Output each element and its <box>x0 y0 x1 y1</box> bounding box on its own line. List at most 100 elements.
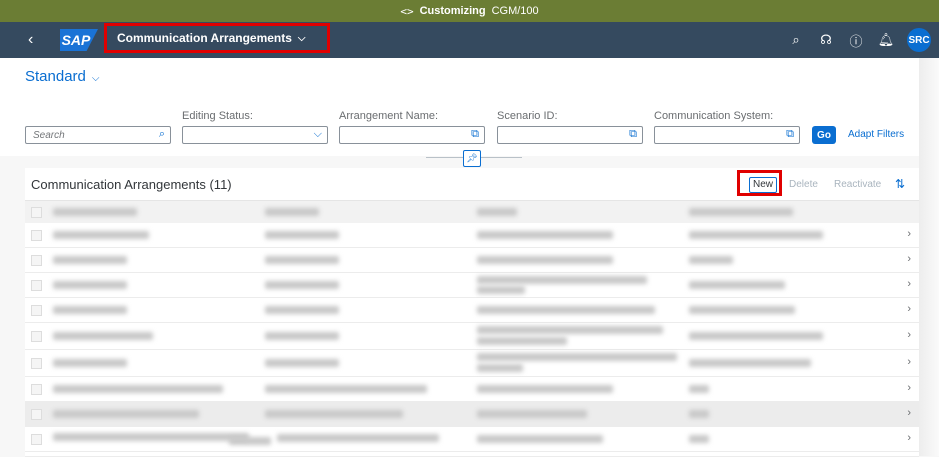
cell-blurred <box>689 385 709 393</box>
new-button[interactable]: New <box>749 177 778 193</box>
cell-blurred <box>265 256 339 264</box>
cell-blurred <box>477 256 613 264</box>
table-row[interactable]: › <box>25 402 919 427</box>
chevron-right-icon[interactable]: › <box>907 407 911 419</box>
search-input[interactable]: Search ⌕ <box>25 126 171 144</box>
cell-blurred <box>689 410 709 418</box>
cell-blurred <box>689 306 795 314</box>
help-icon[interactable]: ⓘ <box>841 31 871 50</box>
search-placeholder: Search <box>33 130 65 141</box>
table-row[interactable]: › <box>25 298 919 323</box>
system-banner: <> Customizing CGM/100 <box>0 0 939 22</box>
column-header-blurred[interactable] <box>265 208 319 216</box>
scenario-id-input[interactable]: ⧉ <box>497 126 643 144</box>
value-help-icon[interactable]: ⧉ <box>629 128 637 141</box>
select-all-checkbox[interactable] <box>31 207 42 218</box>
column-header-blurred[interactable] <box>477 208 517 216</box>
chevron-right-icon[interactable]: › <box>907 228 911 240</box>
arrangement-name-label: Arrangement Name: <box>339 110 439 122</box>
headset-icon[interactable]: ☊ <box>811 32 841 48</box>
value-help-icon[interactable]: ⧉ <box>786 128 794 141</box>
cell-blurred <box>53 256 127 264</box>
editing-status-label: Editing Status: <box>182 110 253 122</box>
chevron-right-icon[interactable]: › <box>907 253 911 265</box>
pin-icon[interactable]: 📌︎ <box>463 150 481 167</box>
row-checkbox[interactable] <box>31 230 42 241</box>
chevron-right-icon[interactable]: › <box>907 356 911 368</box>
row-checkbox[interactable] <box>31 358 42 369</box>
table-row[interactable]: › <box>25 323 919 350</box>
cell-blurred <box>477 410 587 418</box>
filter-bar: Standard ⌵ Search ⌕ Editing Status: ⌵ Arr… <box>0 58 939 156</box>
search-icon[interactable]: ⌕ <box>781 32 811 48</box>
column-header-blurred[interactable] <box>53 208 137 216</box>
cell-blurred <box>265 385 427 393</box>
row-checkbox[interactable] <box>31 255 42 266</box>
row-checkbox[interactable] <box>31 280 42 291</box>
shell-bar: ‹ SAP Communication Arrangements ⌵ ⌕ ☊ ⓘ… <box>0 22 939 58</box>
row-checkbox[interactable] <box>31 331 42 342</box>
row-checkbox[interactable] <box>31 384 42 395</box>
cell-blurred <box>53 306 127 314</box>
cell-blurred <box>229 437 271 445</box>
column-header-blurred[interactable] <box>689 208 793 216</box>
cell-blurred <box>53 359 127 367</box>
editing-status-select[interactable]: ⌵ <box>182 126 328 144</box>
chevron-right-icon[interactable]: › <box>907 382 911 394</box>
system-title: Customizing <box>419 5 486 17</box>
communication-system-input[interactable]: ⧉ <box>654 126 800 144</box>
chevron-down-icon: ⌵ <box>297 32 306 44</box>
table-row[interactable]: › <box>25 427 919 452</box>
cell-blurred <box>53 410 199 418</box>
cell-blurred <box>265 359 339 367</box>
delete-button[interactable]: Delete <box>789 179 818 190</box>
chevron-right-icon[interactable]: › <box>907 303 911 315</box>
cell-blurred <box>265 231 339 239</box>
chevron-right-icon[interactable]: › <box>907 432 911 444</box>
chevron-down-icon: ⌵ <box>91 73 100 84</box>
app-title-menu[interactable]: Communication Arrangements ⌵ <box>104 23 330 53</box>
cell-blurred <box>477 306 655 314</box>
go-button[interactable]: Go <box>812 126 836 144</box>
cell-blurred <box>689 281 785 289</box>
back-icon[interactable]: ‹ <box>28 31 46 49</box>
communication-system-label: Communication System: <box>654 110 774 122</box>
cell-blurred <box>689 359 811 367</box>
arrangement-name-input[interactable]: ⧉ <box>339 126 485 144</box>
sap-logo[interactable]: SAP <box>60 29 98 51</box>
cell-blurred <box>265 410 403 418</box>
row-checkbox[interactable] <box>31 305 42 316</box>
cell-blurred <box>689 256 733 264</box>
cell-blurred <box>53 231 149 239</box>
cell-blurred <box>689 332 823 340</box>
table-row[interactable]: › <box>25 273 919 298</box>
page-edge-shadow <box>919 58 939 456</box>
value-help-icon[interactable]: ⧉ <box>471 128 479 141</box>
table-header <box>25 200 919 224</box>
notifications-icon[interactable]: 🔔︎ <box>871 32 901 48</box>
adapt-filters-button[interactable]: Adapt Filters <box>848 129 904 140</box>
cell-blurred <box>53 385 223 393</box>
cell-blurred <box>477 364 523 372</box>
chevron-down-icon[interactable]: ⌵ <box>314 128 322 141</box>
cell-blurred <box>53 332 153 340</box>
reactivate-button[interactable]: Reactivate <box>834 179 881 190</box>
avatar[interactable]: SRC <box>907 28 931 52</box>
cell-blurred <box>53 281 127 289</box>
row-checkbox[interactable] <box>31 434 42 445</box>
cell-blurred <box>689 435 709 443</box>
system-id: CGM/100 <box>491 5 539 17</box>
cell-blurred <box>477 353 677 361</box>
table-row[interactable]: › <box>25 248 919 273</box>
chevron-right-icon[interactable]: › <box>907 329 911 341</box>
table-row[interactable]: › <box>25 377 919 402</box>
table-row[interactable]: › <box>25 223 919 248</box>
table-row[interactable] <box>25 452 919 457</box>
scenario-id-label: Scenario ID: <box>497 110 558 122</box>
sort-icon[interactable]: ⇅ <box>895 177 905 191</box>
row-checkbox[interactable] <box>31 409 42 420</box>
table-row[interactable]: › <box>25 350 919 377</box>
variant-selector[interactable]: Standard ⌵ <box>25 68 99 85</box>
chevron-right-icon[interactable]: › <box>907 278 911 290</box>
search-icon[interactable]: ⌕ <box>159 128 165 141</box>
